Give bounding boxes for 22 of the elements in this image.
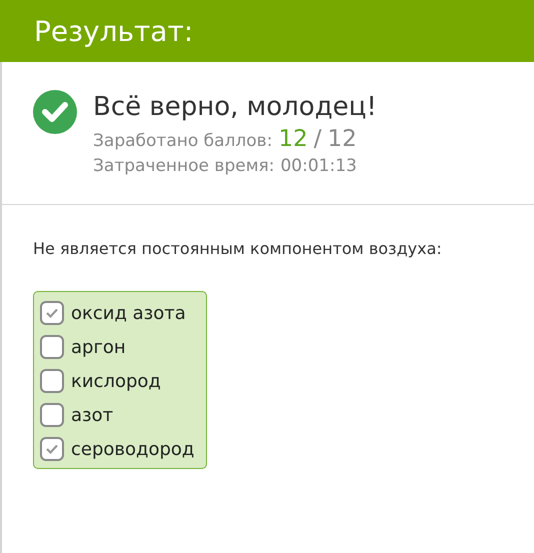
result-message: Всё верно, молодец! [93, 92, 377, 122]
checkbox[interactable] [40, 301, 64, 325]
score-earned: 12 [278, 126, 308, 152]
score-total: 12 [327, 126, 357, 152]
question-text: Не является постоянным компонентом воздуха: [33, 239, 443, 258]
option-label: оксид азота [71, 302, 186, 324]
option-label: азот [71, 404, 114, 426]
header-title: Результат: [34, 14, 194, 48]
option-label: аргон [71, 336, 126, 358]
checkbox[interactable] [40, 335, 64, 359]
time-label: Затраченное время: [93, 156, 274, 176]
check-icon [46, 308, 58, 318]
score-label: Заработано баллов: [93, 131, 272, 151]
check-icon [46, 444, 58, 454]
option-label: кислород [71, 370, 161, 392]
checkbox[interactable] [40, 403, 64, 427]
option-label: сероводород [71, 438, 194, 460]
checkbox[interactable] [40, 369, 64, 393]
checkbox[interactable] [40, 437, 64, 461]
time-value: 00:01:13 [280, 156, 357, 176]
check-circle-icon [33, 90, 77, 134]
score-separator: / [314, 126, 322, 152]
